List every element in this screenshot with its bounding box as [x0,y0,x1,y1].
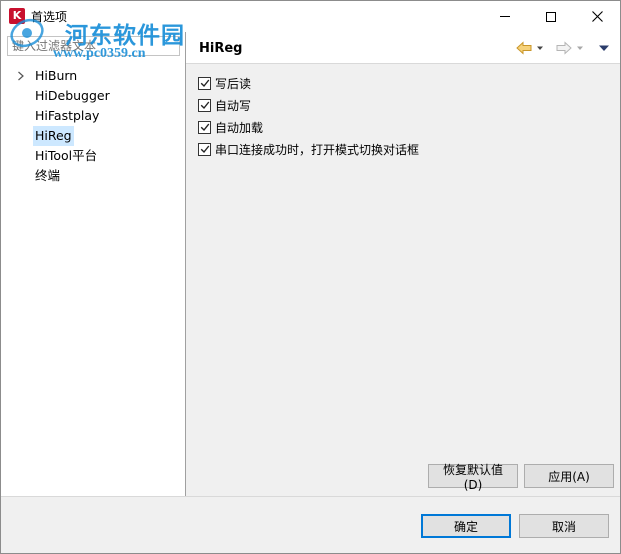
chevron-right-icon[interactable] [15,66,27,86]
restore-defaults-button[interactable]: 恢复默认值(D) [428,463,518,492]
option-label: 写后读 [215,76,252,91]
forward-button[interactable] [556,40,585,56]
close-icon [591,11,603,22]
page-header: HiReg [186,32,620,64]
cancel-button[interactable]: 取消 [519,514,609,538]
app-icon: K [9,8,25,24]
window-title: 首选项 [31,10,68,24]
checkbox[interactable] [198,142,211,156]
filter-input[interactable] [7,36,180,56]
checkbox[interactable] [198,120,211,134]
tree-item-label: HiTool平台 [35,148,98,163]
checkmark-icon [200,101,209,110]
apply-button[interactable]: 应用(A) [524,464,614,488]
option-auto-write[interactable]: 自动写 [198,94,419,116]
back-button[interactable] [516,40,545,56]
option-label: 串口连接成功时，打开模式切换对话框 [215,142,420,157]
maximize-button[interactable] [528,1,574,32]
maximize-icon [546,11,556,22]
tree-item-label: HiReg [33,126,74,146]
option-label: 自动写 [215,98,252,113]
tree-item-hiburn[interactable]: HiBurn [1,66,185,86]
dropdown-arrow-icon [577,46,583,50]
option-label: 自动加载 [215,120,264,135]
tree-item-label: HiFastplay [35,108,100,123]
tree-item-hidebugger[interactable]: HiDebugger [1,86,185,106]
preferences-window: K 首选项 HiBurn HiDebugger HiFastplay HiReg [0,0,621,554]
close-button[interactable] [574,1,620,32]
checkbox[interactable] [198,98,211,112]
tree-item-label: HiBurn [35,68,78,83]
preference-page: HiReg 写后读 自动写 自动加载 串口连接成功时，打开模式切换对话框 恢复默… [186,32,620,496]
preference-tree-panel: HiBurn HiDebugger HiFastplay HiReg HiToo… [1,32,186,496]
tree-item-hifastplay[interactable]: HiFastplay [1,106,185,126]
view-menu-button[interactable] [598,40,610,56]
options-list: 写后读 自动写 自动加载 串口连接成功时，打开模式切换对话框 [198,72,419,160]
title-bar[interactable]: K 首选项 [1,1,620,32]
tree-item-label: 终端 [35,168,61,183]
tree-item-label: HiDebugger [35,88,110,103]
checkmark-icon [200,145,209,154]
arrow-right-icon [556,41,572,55]
checkmark-icon [200,79,209,88]
tree-item-terminal[interactable]: 终端 [1,166,185,186]
menu-dropdown-icon [599,45,609,51]
checkmark-icon [200,123,209,132]
tree-item-hireg[interactable]: HiReg [1,126,185,146]
minimize-button[interactable] [482,1,528,32]
page-title: HiReg [199,41,243,56]
ok-button[interactable]: 确定 [421,514,511,538]
option-open-mode-switch-dialog[interactable]: 串口连接成功时，打开模式切换对话框 [198,138,419,160]
option-auto-load[interactable]: 自动加载 [198,116,419,138]
option-read-after-write[interactable]: 写后读 [198,72,419,94]
dropdown-arrow-icon [537,46,543,50]
minimize-icon [500,16,510,17]
preference-tree: HiBurn HiDebugger HiFastplay HiReg HiToo… [1,66,185,186]
arrow-left-icon [516,41,532,55]
dialog-button-bar: 确定 取消 [1,496,620,553]
tree-item-hitool[interactable]: HiTool平台 [1,146,185,166]
checkbox[interactable] [198,76,211,90]
